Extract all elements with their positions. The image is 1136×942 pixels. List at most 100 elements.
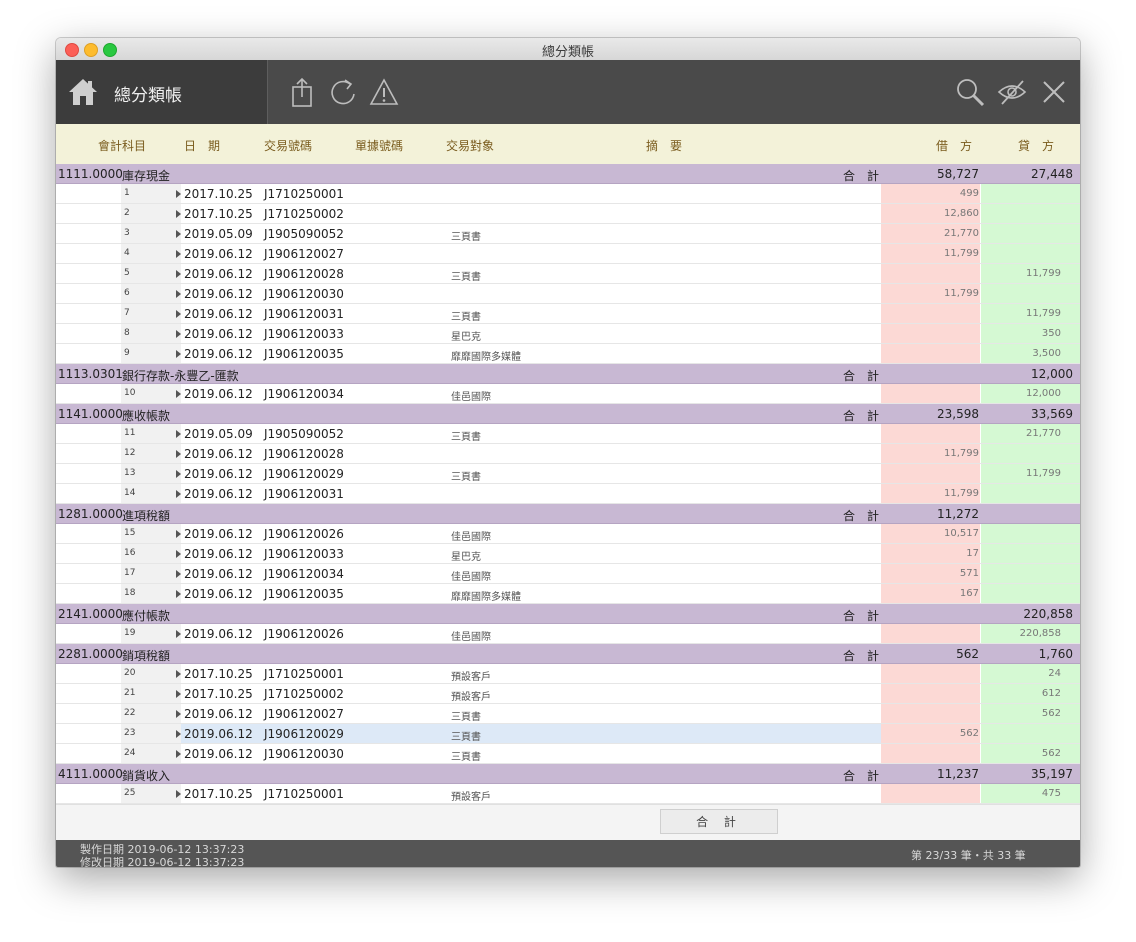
col-doc-no[interactable]: 單據號碼 — [355, 137, 403, 154]
table-row[interactable]: 6 2019.06.12 J1906120030 11,799 — [56, 284, 1080, 304]
col-account[interactable]: 會計科目 — [98, 137, 146, 154]
expand-arrow-icon[interactable] — [176, 270, 181, 278]
table-row[interactable]: 10 2019.06.12 J1906120034 佳邑國際 12,000 — [56, 384, 1080, 404]
expand-arrow-icon[interactable] — [176, 390, 181, 398]
col-date[interactable]: 日 期 — [184, 137, 220, 154]
expand-arrow-icon[interactable] — [176, 310, 181, 318]
voucher-number[interactable]: J1906120026 — [264, 527, 344, 541]
table-row[interactable]: 2 2017.10.25 J1710250002 12,860 — [56, 204, 1080, 224]
table-row[interactable]: 24 2019.06.12 J1906120030 三頁書 562 — [56, 744, 1080, 764]
table-row[interactable]: 13 2019.06.12 J1906120029 三頁書 11,799 — [56, 464, 1080, 484]
table-row[interactable]: 17 2019.06.12 J1906120034 佳邑國際 571 — [56, 564, 1080, 584]
voucher-number[interactable]: J1906120035 — [264, 347, 344, 361]
voucher-number[interactable]: J1906120027 — [264, 247, 344, 261]
col-memo[interactable]: 摘 要 — [646, 137, 682, 154]
voucher-number[interactable]: J1906120028 — [264, 267, 344, 281]
table-row[interactable]: 22 2019.06.12 J1906120027 三頁書 562 — [56, 704, 1080, 724]
voucher-number[interactable]: J1710250001 — [264, 667, 344, 681]
table-row[interactable]: 5 2019.06.12 J1906120028 三頁書 11,799 — [56, 264, 1080, 284]
table-row[interactable]: 15 2019.06.12 J1906120026 佳邑國際 10,517 — [56, 524, 1080, 544]
voucher-number[interactable]: J1906120028 — [264, 447, 344, 461]
voucher-number[interactable]: J1906120034 — [264, 567, 344, 581]
voucher-number[interactable]: J1905090052 — [264, 427, 344, 441]
expand-arrow-icon[interactable] — [176, 530, 181, 538]
account-group-row[interactable]: 1111.0000 庫存現金 合 計 58,727 27,448 — [56, 164, 1080, 184]
total-button[interactable]: 合 計 — [660, 809, 778, 834]
table-row[interactable]: 3 2019.05.09 J1905090052 三頁書 21,770 — [56, 224, 1080, 244]
expand-arrow-icon[interactable] — [176, 750, 181, 758]
warning-icon[interactable] — [369, 76, 399, 108]
voucher-number[interactable]: J1906120030 — [264, 287, 344, 301]
voucher-number[interactable]: J1906120030 — [264, 747, 344, 761]
table-row[interactable]: 9 2019.06.12 J1906120035 靡靡國際多媒體 3,500 — [56, 344, 1080, 364]
account-group-row[interactable]: 1113.0301 銀行存款-永豐乙-匯款 合 計 12,000 — [56, 364, 1080, 384]
search-icon[interactable] — [955, 76, 985, 108]
voucher-number[interactable]: J1710250001 — [264, 187, 344, 201]
table-row[interactable]: 12 2019.06.12 J1906120028 11,799 — [56, 444, 1080, 464]
expand-arrow-icon[interactable] — [176, 330, 181, 338]
account-group-row[interactable]: 2281.0000 銷項稅額 合 計 562 1,760 — [56, 644, 1080, 664]
share-icon[interactable] — [289, 76, 319, 108]
account-group-row[interactable]: 1281.0000 進項稅額 合 計 11,272 — [56, 504, 1080, 524]
table-row[interactable]: 8 2019.06.12 J1906120033 星巴克 350 — [56, 324, 1080, 344]
table-row[interactable]: 4 2019.06.12 J1906120027 11,799 — [56, 244, 1080, 264]
table-row[interactable]: 21 2017.10.25 J1710250002 預設客戶 612 — [56, 684, 1080, 704]
voucher-number[interactable]: J1710250002 — [264, 207, 344, 221]
expand-arrow-icon[interactable] — [176, 350, 181, 358]
table-row[interactable]: 23 2019.06.12 J1906120029 三頁書 562 — [56, 724, 1080, 744]
expand-arrow-icon[interactable] — [176, 290, 181, 298]
expand-arrow-icon[interactable] — [176, 570, 181, 578]
voucher-number[interactable]: J1906120034 — [264, 387, 344, 401]
close-icon[interactable] — [1039, 76, 1069, 108]
voucher-number[interactable]: J1905090052 — [264, 227, 344, 241]
expand-arrow-icon[interactable] — [176, 590, 181, 598]
voucher-number[interactable]: J1710250001 — [264, 787, 344, 801]
home-icon[interactable] — [68, 78, 98, 106]
table-row[interactable]: 14 2019.06.12 J1906120031 11,799 — [56, 484, 1080, 504]
expand-arrow-icon[interactable] — [176, 490, 181, 498]
col-debit[interactable]: 借 方 — [936, 137, 972, 154]
voucher-number[interactable]: J1710250002 — [264, 687, 344, 701]
voucher-number[interactable]: J1906120033 — [264, 327, 344, 341]
voucher-number[interactable]: J1906120027 — [264, 707, 344, 721]
expand-arrow-icon[interactable] — [176, 430, 181, 438]
table-row[interactable]: 25 2017.10.25 J1710250001 預設客戶 475 — [56, 784, 1080, 804]
voucher-number[interactable]: J1906120031 — [264, 487, 344, 501]
row-index: 8 — [124, 328, 130, 338]
table-row[interactable]: 16 2019.06.12 J1906120033 星巴克 17 — [56, 544, 1080, 564]
voucher-number[interactable]: J1906120035 — [264, 587, 344, 601]
col-voucher[interactable]: 交易號碼 — [264, 137, 312, 154]
title-bar[interactable]: 總分類帳 — [56, 38, 1080, 61]
table-row[interactable]: 11 2019.05.09 J1905090052 三頁書 21,770 — [56, 424, 1080, 444]
voucher-number[interactable]: J1906120031 — [264, 307, 344, 321]
account-group-row[interactable]: 1141.0000 應收帳款 合 計 23,598 33,569 — [56, 404, 1080, 424]
voucher-number[interactable]: J1906120033 — [264, 547, 344, 561]
expand-arrow-icon[interactable] — [176, 790, 181, 798]
table-row[interactable]: 18 2019.06.12 J1906120035 靡靡國際多媒體 167 — [56, 584, 1080, 604]
account-group-row[interactable]: 2141.0000 應付帳款 合 計 220,858 — [56, 604, 1080, 624]
col-credit[interactable]: 貸 方 — [1018, 137, 1054, 154]
expand-arrow-icon[interactable] — [176, 210, 181, 218]
expand-arrow-icon[interactable] — [176, 470, 181, 478]
expand-arrow-icon[interactable] — [176, 550, 181, 558]
expand-arrow-icon[interactable] — [176, 690, 181, 698]
voucher-number[interactable]: J1906120029 — [264, 467, 344, 481]
refresh-icon[interactable] — [328, 76, 358, 108]
table-row[interactable]: 1 2017.10.25 J1710250001 499 — [56, 184, 1080, 204]
expand-arrow-icon[interactable] — [176, 450, 181, 458]
expand-arrow-icon[interactable] — [176, 710, 181, 718]
voucher-number[interactable]: J1906120029 — [264, 727, 344, 741]
expand-arrow-icon[interactable] — [176, 190, 181, 198]
table-row[interactable]: 20 2017.10.25 J1710250001 預設客戶 24 — [56, 664, 1080, 684]
expand-arrow-icon[interactable] — [176, 630, 181, 638]
col-party[interactable]: 交易對象 — [446, 137, 494, 154]
table-row[interactable]: 7 2019.06.12 J1906120031 三頁書 11,799 — [56, 304, 1080, 324]
expand-arrow-icon[interactable] — [176, 730, 181, 738]
expand-arrow-icon[interactable] — [176, 250, 181, 258]
expand-arrow-icon[interactable] — [176, 230, 181, 238]
table-row[interactable]: 19 2019.06.12 J1906120026 佳邑國際 220,858 — [56, 624, 1080, 644]
hide-icon[interactable] — [997, 76, 1027, 108]
voucher-number[interactable]: J1906120026 — [264, 627, 344, 641]
expand-arrow-icon[interactable] — [176, 670, 181, 678]
account-group-row[interactable]: 4111.0000 銷貨收入 合 計 11,237 35,197 — [56, 764, 1080, 784]
